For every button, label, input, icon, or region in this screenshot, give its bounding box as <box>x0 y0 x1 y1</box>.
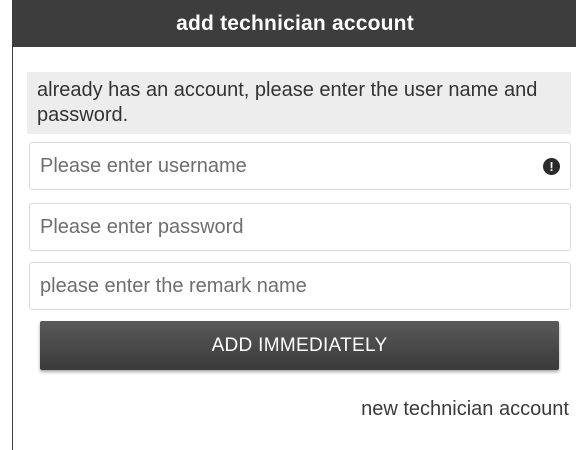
warning-icon: ! <box>543 157 560 175</box>
dialog-title: add technician account <box>13 0 576 47</box>
username-field[interactable]: ! <box>29 142 571 190</box>
username-input[interactable] <box>40 154 537 178</box>
info-message: already has an account, please enter the… <box>27 72 571 134</box>
password-input[interactable] <box>40 215 560 239</box>
new-technician-account-link[interactable]: new technician account <box>361 398 569 421</box>
add-immediately-button[interactable]: ADD IMMEDIATELY <box>40 321 559 370</box>
password-field[interactable] <box>29 203 571 251</box>
remark-field[interactable] <box>29 262 571 310</box>
add-technician-dialog: add technician account already has an ac… <box>12 0 576 450</box>
remark-name-input[interactable] <box>40 274 560 298</box>
